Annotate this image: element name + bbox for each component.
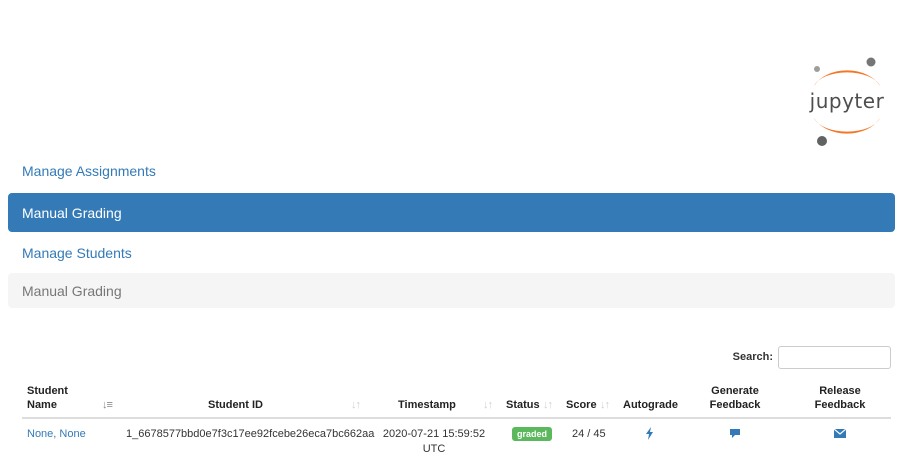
header-status[interactable]: Status — [506, 398, 540, 412]
breadcrumb: Manual Grading — [8, 273, 895, 308]
search-input[interactable] — [778, 345, 891, 369]
breadcrumb-current: Manual Grading — [22, 282, 122, 299]
sort-icon[interactable]: ↓↑ — [483, 399, 493, 411]
student-name-link[interactable]: None, None — [27, 427, 86, 442]
status-badge: graded — [512, 427, 553, 441]
header-student-name-line2: Name — [27, 399, 57, 411]
search-label: Search: — [732, 351, 773, 363]
nav-manage-students[interactable]: Manage Students — [8, 235, 895, 271]
comment-icon[interactable] — [729, 428, 741, 439]
header-autograde: Autograde — [623, 399, 678, 411]
header-release-feedback-line2: Feedback — [814, 399, 866, 411]
student-id-cell: 1_6678577bbd0e7f3c17ee92fcebe26eca7bc662… — [126, 428, 375, 440]
sort-icon[interactable]: ↓↑ — [543, 399, 553, 411]
header-generate-feedback: Generate Feedback — [695, 384, 775, 412]
timestamp-line2: UTC — [422, 443, 446, 455]
header-release-feedback-line1: Release — [819, 385, 861, 397]
header-timestamp[interactable]: Timestamp — [398, 398, 456, 412]
logo-text: jupyter — [809, 89, 885, 113]
header-release-feedback: Release Feedback — [800, 384, 880, 412]
nav-manual-grading[interactable]: Manual Grading — [8, 193, 895, 232]
jupyter-logo: jupyter — [806, 56, 888, 148]
nav-manage-assignments[interactable]: Manage Assignments — [8, 153, 895, 189]
header-student-name[interactable]: Student Name — [27, 384, 68, 412]
header-student-id[interactable]: Student ID — [208, 398, 263, 412]
sort-icon[interactable]: ↓↑ — [600, 399, 610, 411]
header-student-name-line1: Student — [27, 385, 68, 397]
header-generate-feedback-line2: Feedback — [709, 399, 761, 411]
timestamp-line1: 2020-07-21 15:59:52 — [382, 428, 486, 440]
table-header-divider — [22, 417, 891, 419]
score-cell: 24 / 45 — [572, 428, 606, 440]
timestamp-cell: 2020-07-21 15:59:52 UTC — [379, 427, 489, 457]
bolt-icon[interactable] — [645, 427, 654, 440]
header-generate-feedback-line1: Generate — [711, 385, 759, 397]
envelope-icon[interactable] — [834, 429, 846, 438]
sort-icon[interactable]: ↓↑ — [351, 399, 361, 411]
sort-asc-icon[interactable]: ↓≡ — [102, 399, 113, 411]
search-bar: Search: — [700, 345, 891, 369]
header-score[interactable]: Score — [566, 398, 597, 412]
